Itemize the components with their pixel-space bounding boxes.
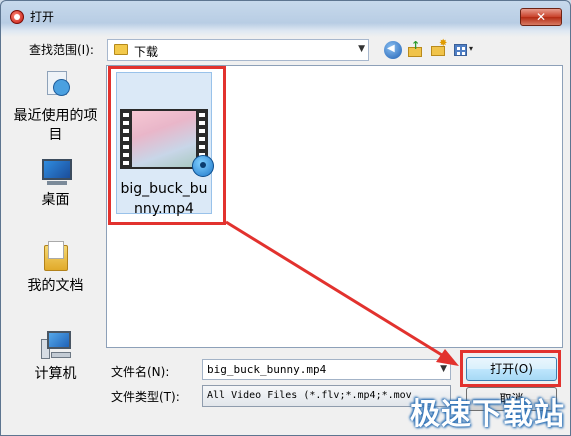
file-highlight-box <box>108 66 226 225</box>
watermark: 极速下载站 <box>410 397 565 432</box>
place-label: 计算机 <box>34 366 77 382</box>
file-type-value: All Video Files (*.flv;*.mp4;*.mov <box>207 390 412 401</box>
desktop-icon <box>41 159 73 187</box>
place-label: 桌面 <box>41 192 70 208</box>
app-icon <box>10 10 24 24</box>
file-name-field[interactable]: big_buck_bunny.mp4 ▼ <box>202 359 451 380</box>
places-bar: 最近使用的项目 桌面 我的文档 计算机 <box>9 65 102 435</box>
place-label: 我的文档 <box>27 278 84 294</box>
folder-icon <box>114 44 128 55</box>
title-bar: 打开 ✕ <box>1 1 570 31</box>
place-label: 最近使用的项目 <box>13 108 98 143</box>
file-name-label: 文件名(N): <box>111 365 170 379</box>
look-in-dropdown[interactable]: 下载 ▼ <box>107 39 369 61</box>
open-button-highlight-box <box>460 350 561 387</box>
look-in-value: 下载 <box>134 45 159 59</box>
up-folder-icon[interactable]: ↑ <box>407 39 425 59</box>
close-button[interactable]: ✕ <box>520 8 562 26</box>
chevron-down-icon[interactable]: ▼ <box>358 44 365 54</box>
chevron-down-icon[interactable]: ▼ <box>440 364 447 374</box>
recent-items-icon <box>43 69 71 97</box>
new-folder-icon[interactable]: ✸ <box>430 38 448 59</box>
view-menu-icon[interactable]: ▾ <box>453 41 477 59</box>
documents-folder-icon <box>44 241 70 271</box>
computer-icon <box>41 331 73 361</box>
file-name-value: big_buck_bunny.mp4 <box>207 363 327 376</box>
file-type-label: 文件类型(T): <box>111 390 180 404</box>
window-title: 打开 <box>30 10 55 24</box>
back-icon[interactable] <box>384 41 402 59</box>
look-in-label: 查找范围(I): <box>29 43 94 57</box>
